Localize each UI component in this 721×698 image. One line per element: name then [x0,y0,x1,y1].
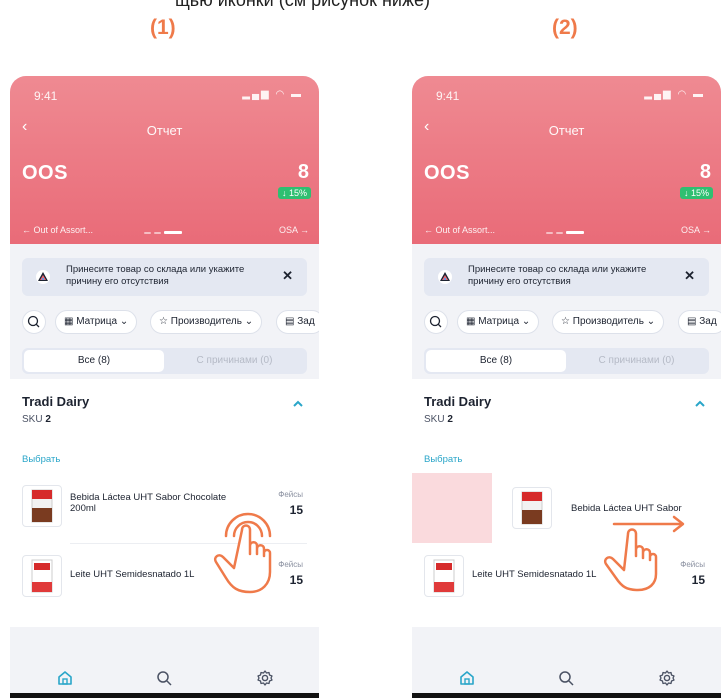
phone-screen-1: 9:41 ▂▄▆ ◠ ▬ ‹ Отчет OOS 8 ↓ 15% ← Out o… [10,76,319,698]
page-title: Отчет [146,123,183,138]
next-metric-link[interactable]: OSA → [681,225,711,235]
product-image [22,485,62,527]
filter-chip-matrix[interactable]: ▦ Матрица ⌄ [457,310,540,334]
status-icons: ▂▄▆ ◠ ▬ [644,89,705,100]
page-title: Отчет [548,123,585,138]
product-image [512,487,552,529]
status-icons: ▂▄▆ ◠ ▬ [242,89,303,100]
search-icon[interactable] [557,669,575,687]
filter-bar: ▦ Матрица ⌄ ☆ Производитель ⌄ ▤ Зад [22,310,319,336]
facings-value: 15 [289,573,303,587]
close-icon[interactable]: ✕ [684,268,695,284]
notice-banner: Принесите товар со склада или укажите пр… [424,258,709,296]
hand-tap-icon [214,512,272,594]
tab-with-reasons[interactable]: С причинами (0) [566,350,707,372]
step-label-1: (1) [150,16,176,39]
prev-metric-link[interactable]: ← Out of Assort... [424,225,495,235]
gear-icon[interactable] [658,669,676,687]
filter-chip-manufacturer[interactable]: ☆ Производитель ⌄ [150,310,263,334]
sku-count: SKU 2 [424,414,453,425]
prev-metric-link[interactable]: ← Out of Assort... [22,225,93,235]
report-header: 9:41 ▂▄▆ ◠ ▬ ‹ Отчет OOS 8 ↓ 15% ← Out o… [10,76,319,244]
filter-bar: ▦ Матрица ⌄ ☆ Производитель ⌄ ▤ Зад [424,310,721,336]
gear-icon[interactable] [256,669,274,687]
report-header: 9:41 ▂▄▆ ◠ ▬ ‹ Отчет OOS 8 ↓ 15% ← Out o… [412,76,721,244]
home-icon[interactable] [56,669,74,687]
hand-swipe-icon [604,515,685,592]
pager-dots [546,231,584,234]
segmented-control: Все (8) С причинами (0) [424,348,709,374]
metric-name: OOS [22,162,68,184]
filter-chip-third[interactable]: ▤ Зад [678,310,721,334]
search-icon[interactable] [155,669,173,687]
status-time: 9:41 [34,89,58,103]
close-icon[interactable]: ✕ [282,268,293,284]
bottom-tab-bar [10,663,319,693]
cropped-caption: щью иконки (см рисунок ниже) [175,0,431,10]
product-image [424,555,464,597]
sku-count: SKU 2 [22,414,51,425]
search-button[interactable] [424,310,448,334]
warning-icon [36,270,50,284]
metric-value: 8 [699,161,711,183]
select-link[interactable]: Выбрать [22,454,60,465]
tab-all[interactable]: Все (8) [426,350,566,372]
swipe-action-area[interactable] [412,473,492,543]
metric-delta-badge: ↓ 15% [679,187,713,199]
warning-icon [438,270,452,284]
group-title: Tradi Dairy [424,394,492,409]
select-link[interactable]: Выбрать [424,454,462,465]
notice-text: Принесите товар со склада или укажите пр… [468,264,647,287]
home-indicator [412,693,721,698]
tab-all[interactable]: Все (8) [24,350,164,372]
notice-banner: Принесите товар со склада или укажите пр… [22,258,307,296]
filter-chip-matrix[interactable]: ▦ Матрица ⌄ [55,310,138,334]
product-image [22,555,62,597]
metric-delta-badge: ↓ 15% [277,187,311,199]
next-metric-link[interactable]: OSA → [279,225,309,235]
phone-screen-2: 9:41 ▂▄▆ ◠ ▬ ‹ Отчет OOS 8 ↓ 15% ← Out o… [412,76,721,698]
metric-name: OOS [424,162,470,184]
chevron-up-icon[interactable] [695,399,705,409]
group-title: Tradi Dairy [22,394,90,409]
home-icon[interactable] [458,669,476,687]
search-icon [27,315,40,328]
step-label-2: (2) [552,16,578,39]
notice-text: Принесите товар со склада или укажите пр… [66,264,245,287]
status-time: 9:41 [436,89,460,103]
search-icon [429,315,442,328]
facings-value: 15 [289,503,303,517]
bottom-tab-bar [412,663,721,693]
tab-with-reasons[interactable]: С причинами (0) [164,350,305,372]
metric-value: 8 [297,161,309,183]
filter-chip-manufacturer[interactable]: ☆ Производитель ⌄ [552,310,665,334]
home-indicator [10,693,319,698]
filter-chip-third[interactable]: ▤ Зад [276,310,319,334]
chevron-up-icon[interactable] [293,399,303,409]
pager-dots [144,231,182,234]
search-button[interactable] [22,310,46,334]
segmented-control: Все (8) С причинами (0) [22,348,307,374]
